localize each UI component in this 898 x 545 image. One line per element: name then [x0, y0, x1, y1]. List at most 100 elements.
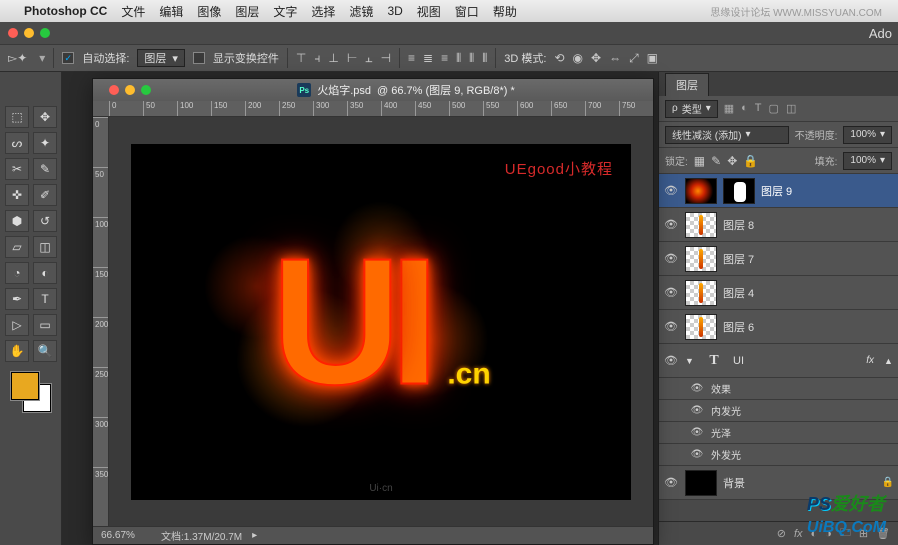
delete-layer-icon[interactable]: 🗑	[876, 527, 890, 540]
minimize-icon[interactable]	[24, 28, 34, 38]
path-selection-tool[interactable]: ▷	[5, 314, 29, 336]
brush-tool[interactable]: ✐	[33, 184, 57, 206]
fill-field[interactable]: 100%▾	[843, 152, 892, 170]
blur-tool[interactable]: ◔	[5, 262, 29, 284]
align-right-icon[interactable]: ⊣	[381, 51, 391, 65]
filter-type-icon[interactable]: T	[755, 102, 762, 115]
filter-pixel-icon[interactable]: ▦	[724, 102, 734, 115]
new-layer-icon[interactable]: ⊞	[859, 527, 868, 540]
layer-row-layer8[interactable]: 👁 图层 8	[659, 208, 898, 242]
ruler-horizontal[interactable]: 0501001502002503003504004505005506006507…	[93, 101, 653, 117]
layer-row-layer4[interactable]: 👁 图层 4	[659, 276, 898, 310]
layer-effect-satin[interactable]: 👁 光泽	[659, 422, 898, 444]
align-top-icon[interactable]: ⊤	[296, 51, 306, 65]
opacity-field[interactable]: 100%▾	[843, 126, 892, 144]
distribute-bottom-icon[interactable]: ≡	[441, 51, 448, 65]
layer-thumbnail[interactable]	[685, 470, 717, 496]
hand-tool[interactable]: ✋	[5, 340, 29, 362]
layer-row-layer6[interactable]: 👁 图层 6	[659, 310, 898, 344]
layer-name[interactable]: 图层 7	[723, 251, 894, 267]
layer-row-background[interactable]: 👁 背景 🔒	[659, 466, 898, 500]
auto-select-checkbox[interactable]: ✓	[62, 52, 74, 64]
layer-thumbnail[interactable]	[685, 212, 717, 238]
ruler-vertical[interactable]: 050100150200250300350	[93, 117, 109, 526]
fx-disclosure-icon[interactable]: ▲	[884, 356, 894, 366]
visibility-toggle-icon[interactable]: 👁	[663, 252, 679, 265]
visibility-toggle-icon[interactable]: 👁	[689, 449, 705, 460]
visibility-toggle-icon[interactable]: 👁	[689, 383, 705, 394]
layer-name[interactable]: 图层 9	[761, 183, 894, 199]
pen-tool[interactable]: ✒	[5, 288, 29, 310]
align-left-icon[interactable]: ⊢	[347, 51, 357, 65]
layer-name[interactable]: 图层 6	[723, 319, 894, 335]
doc-close-icon[interactable]	[109, 85, 119, 95]
layer-row-layer9[interactable]: 👁 图层 9	[659, 174, 898, 208]
distribute-top-icon[interactable]: ≡	[408, 51, 415, 65]
layers-tab[interactable]: 图层	[665, 73, 709, 96]
menubar-app-name[interactable]: Photoshop CC	[24, 4, 107, 18]
layer-thumbnail[interactable]	[685, 178, 717, 204]
3d-scale-icon[interactable]: ⤢	[629, 51, 639, 66]
lock-pixels-icon[interactable]: ✎	[711, 154, 721, 168]
menu-image[interactable]: 图像	[197, 3, 221, 20]
distribute-left-icon[interactable]: ⫴	[456, 51, 461, 66]
distribute-hcenter-icon[interactable]: ⫴	[469, 51, 474, 66]
layer-effect-outer-glow[interactable]: 👁 外发光	[659, 444, 898, 466]
layer-effects-header[interactable]: 👁 效果	[659, 378, 898, 400]
show-transform-checkbox[interactable]	[193, 52, 205, 64]
visibility-toggle-icon[interactable]: 👁	[663, 184, 679, 197]
menu-filter[interactable]: 滤镜	[349, 3, 373, 20]
dodge-tool[interactable]: ◐	[33, 262, 57, 284]
link-layers-icon[interactable]: ⊘	[777, 527, 786, 540]
3d-slide-icon[interactable]: ⇔	[609, 51, 621, 65]
menu-view[interactable]: 视图	[417, 3, 441, 20]
close-icon[interactable]	[8, 28, 18, 38]
zoom-level[interactable]: 66.67%	[101, 530, 151, 541]
visibility-toggle-icon[interactable]: 👁	[663, 354, 679, 367]
visibility-toggle-icon[interactable]: 👁	[689, 427, 705, 438]
disclosure-triangle-icon[interactable]: ▼	[685, 356, 695, 366]
move-tool[interactable]: ✥	[33, 106, 57, 128]
doc-minimize-icon[interactable]	[125, 85, 135, 95]
gradient-tool[interactable]: ◫	[33, 236, 57, 258]
tool-preset-icon[interactable]: ▻✦	[8, 51, 27, 65]
layer-name[interactable]: 图层 4	[723, 285, 894, 301]
eraser-tool[interactable]: ▱	[5, 236, 29, 258]
menu-edit[interactable]: 编辑	[159, 3, 183, 20]
filter-adjustment-icon[interactable]: ◐	[741, 102, 748, 115]
3d-pan-icon[interactable]: ✥	[591, 51, 601, 65]
clone-stamp-tool[interactable]: ⬢	[5, 210, 29, 232]
status-chevron-icon[interactable]: ▸	[252, 530, 257, 541]
canvas-area[interactable]: UEgood小教程 UI.cn Ui·cn	[109, 117, 653, 526]
3d-orbit-icon[interactable]: ⟲	[554, 51, 564, 65]
lasso-tool[interactable]: ᔕ	[5, 132, 29, 154]
layer-mask-icon[interactable]: ◐	[811, 528, 818, 540]
auto-select-scope-dropdown[interactable]: 图层▾	[137, 49, 185, 67]
filter-shape-icon[interactable]: ▢	[769, 102, 779, 115]
doc-zoom-icon[interactable]	[141, 85, 151, 95]
layer-name[interactable]: 背景	[723, 475, 876, 491]
visibility-toggle-icon[interactable]: 👁	[663, 476, 679, 489]
adjustment-layer-icon[interactable]: ◑	[825, 528, 832, 540]
menu-type[interactable]: 文字	[273, 3, 297, 20]
filter-smart-icon[interactable]: ◫	[786, 102, 796, 115]
layer-group-icon[interactable]: 🗀	[840, 524, 851, 543]
3d-camera-icon[interactable]: ▣	[647, 51, 658, 65]
blend-mode-dropdown[interactable]: 线性减淡 (添加)▾	[665, 126, 789, 144]
layer-mask-thumbnail[interactable]	[723, 178, 755, 204]
visibility-toggle-icon[interactable]: 👁	[663, 286, 679, 299]
3d-roll-icon[interactable]: ◉	[573, 51, 583, 65]
visibility-toggle-icon[interactable]: 👁	[663, 320, 679, 333]
distribute-right-icon[interactable]: ⫴	[482, 51, 487, 66]
type-tool[interactable]: T	[33, 288, 57, 310]
layer-row-ui-text[interactable]: 👁 ▼ T UI fx ▲	[659, 344, 898, 378]
foreground-color-swatch[interactable]	[11, 372, 39, 400]
menu-file[interactable]: 文件	[121, 3, 145, 20]
eyedropper-tool[interactable]: ✎	[33, 158, 57, 180]
zoom-tool[interactable]: 🔍	[33, 340, 57, 362]
layer-name[interactable]: 图层 8	[723, 217, 894, 233]
layer-effect-inner-glow[interactable]: 👁 内发光	[659, 400, 898, 422]
lock-position-icon[interactable]: ✥	[727, 154, 737, 168]
document-titlebar[interactable]: Ps 火焰字.psd @ 66.7% (图层 9, RGB/8*) *	[93, 79, 653, 101]
align-hcenter-icon[interactable]: ⫠	[365, 51, 372, 66]
